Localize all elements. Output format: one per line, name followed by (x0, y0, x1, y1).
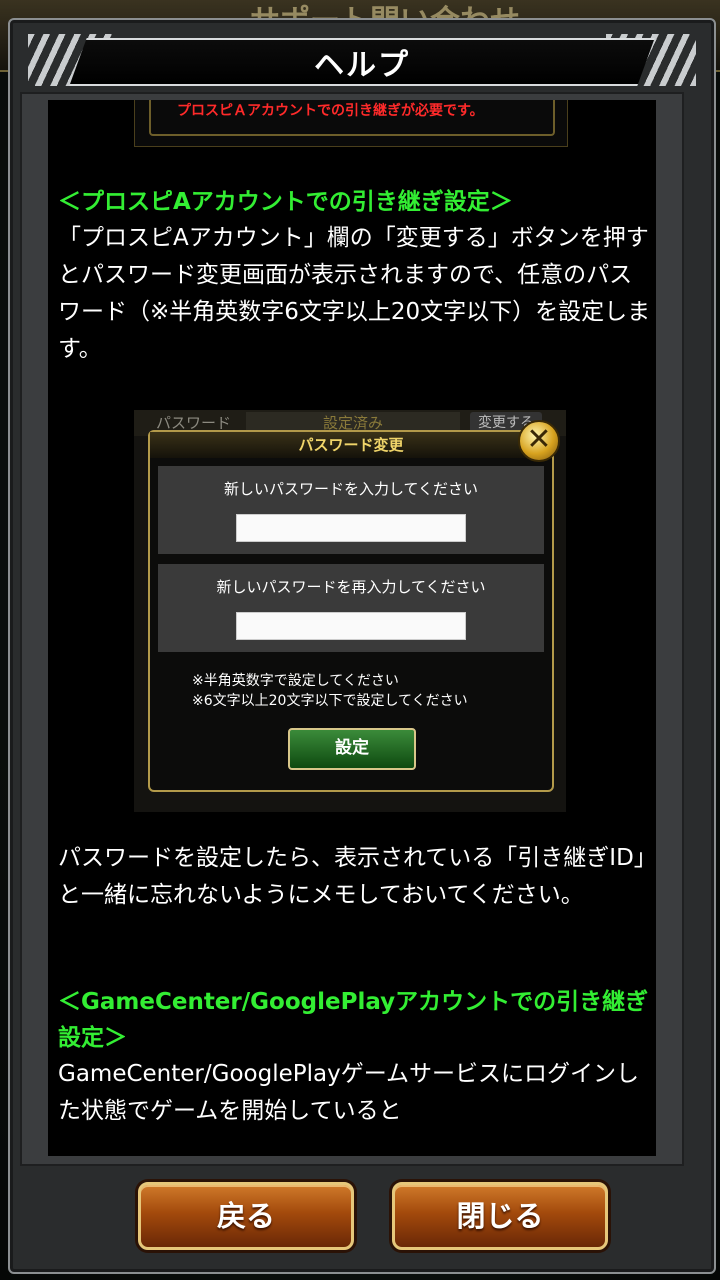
back-button[interactable]: 戻る (138, 1182, 354, 1250)
notice-text: プロスピＡアカウントでの引き継ぎが必要です。 (177, 103, 484, 119)
screenshot-field2-label: 新しいパスワードを再入力してください (216, 578, 486, 596)
section1-after: パスワードを設定したら、表示されている「引き継ぎID」と一緒に忘れないようにメモ… (58, 840, 654, 914)
close-button[interactable]: 閉じる (392, 1182, 608, 1250)
screenshot-field1-label: 新しいパスワードを入力してください (223, 480, 479, 498)
scroll-area[interactable]: プロスピＡアカウントでの引き継ぎが必要です。 ＜プロスピAアカウントでの引き継ぎ… (20, 92, 684, 1166)
screenshot-field2-panel: 新しいパスワードを再入力してください (158, 564, 544, 652)
screenshot-note1: ※半角英数字で設定してください (192, 673, 399, 689)
help-dialog: ヘルプ プロスピＡアカウントでの引き継ぎが必要です。 ＜プロスピAアカウントでの… (8, 18, 716, 1274)
screenshot-field1-panel: 新しいパスワードを入力してください (158, 466, 544, 554)
section2: ＜GameCenter/GooglePlayアカウントでの引き継ぎ設定＞ Gam… (58, 984, 654, 1130)
notice-box: プロスピＡアカウントでの引き継ぎが必要です。 (149, 100, 555, 136)
screenshot-field1-input (236, 514, 466, 542)
screenshot-dialog-title: パスワード変更 (150, 432, 552, 458)
screenshot-dialog: パスワード変更 新しいパスワードを入力してください 新しいパスワードを再入力して… (148, 430, 554, 792)
dialog-header: ヘルプ (28, 34, 696, 86)
close-icon: ✕ (518, 420, 560, 462)
dialog-title: ヘルプ (314, 48, 410, 83)
screenshot-set-button: 設定 (288, 728, 416, 770)
section2-body: GameCenter/GooglePlayゲームサービスにログインした状態でゲー… (58, 1061, 640, 1124)
help-content[interactable]: プロスピＡアカウントでの引き継ぎが必要です。 ＜プロスピAアカウントでの引き継ぎ… (48, 100, 656, 1156)
section1-heading: ＜プロスピAアカウントでの引き継ぎ設定＞ (58, 189, 513, 215)
notice-image: プロスピＡアカウントでの引き継ぎが必要です。 (134, 100, 568, 147)
section1: ＜プロスピAアカウントでの引き継ぎ設定＞ 「プロスピAアカウント」欄の「変更する… (58, 184, 654, 368)
screenshot-field2-input (236, 612, 466, 640)
password-dialog-screenshot: パスワード 設定済み 変更する パスワード変更 新しいパスワードを入力してくださ… (134, 410, 566, 812)
section2-heading: ＜GameCenter/GooglePlayアカウントでの引き継ぎ設定＞ (58, 989, 649, 1051)
section1-after-text: パスワードを設定したら、表示されている「引き継ぎID」と一緒に忘れないようにメモ… (58, 845, 646, 908)
section1-body: 「プロスピAアカウント」欄の「変更する」ボタンを押すとパスワード変更画面が表示さ… (58, 225, 651, 362)
screenshot-note2: ※6文字以上20文字以下で設定してください (192, 693, 468, 709)
